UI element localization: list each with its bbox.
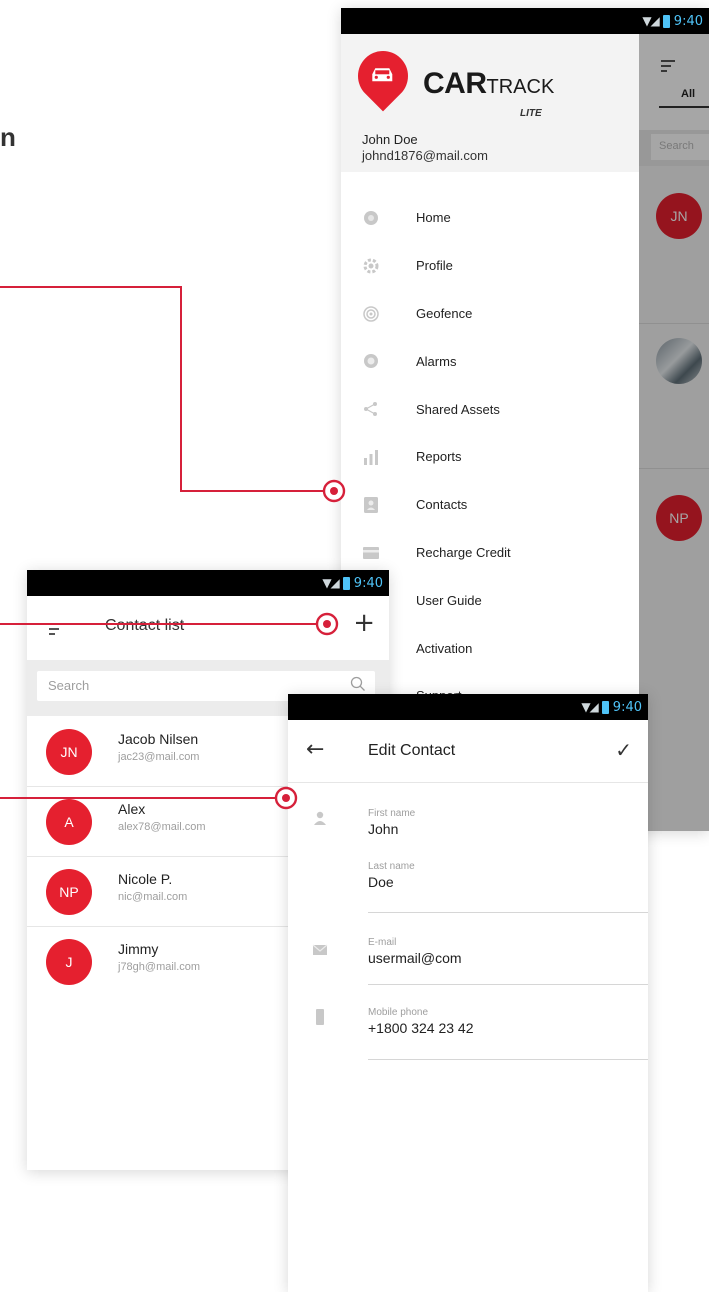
- last-name-label: Last name: [368, 861, 415, 872]
- contact-email: alex78@mail.com: [118, 821, 206, 833]
- add-contact-button[interactable]: +: [353, 608, 375, 638]
- bar-chart-icon: [364, 449, 378, 465]
- email-field[interactable]: usermail@com: [368, 950, 462, 966]
- divider: [368, 912, 648, 913]
- status-bar: ▼◢ 9:40: [27, 570, 389, 596]
- car-icon: [372, 68, 393, 82]
- last-name-field[interactable]: Doe: [368, 874, 394, 890]
- home-icon: [364, 211, 378, 225]
- contact-name: Jacob Nilsen: [118, 731, 199, 747]
- menu-item-reports[interactable]: Reports: [341, 433, 639, 481]
- status-bar: ▼◢ 9:40: [341, 8, 709, 34]
- status-time: 9:40: [353, 575, 383, 591]
- menu-item-label: Recharge Credit: [416, 544, 511, 560]
- menu-item-label: User Guide: [416, 592, 482, 608]
- menu-item-contacts[interactable]: Contacts: [341, 481, 639, 529]
- mobile-phone-label: Mobile phone: [368, 1007, 429, 1018]
- contact-name: Alex: [118, 801, 146, 817]
- menu-item-label: Home: [416, 210, 451, 226]
- user-name: John Doe: [362, 132, 418, 147]
- signal-icon: ▼◢: [322, 576, 339, 590]
- phone-icon: [316, 1009, 324, 1025]
- geofence-icon: [363, 305, 379, 322]
- status-bar: ▼◢ 9:40: [288, 694, 648, 720]
- battery-icon: [662, 14, 670, 28]
- first-name-field[interactable]: John: [368, 821, 398, 837]
- signal-icon: ▼◢: [581, 700, 598, 714]
- menu-item-geofence[interactable]: Geofence: [341, 290, 639, 338]
- avatar: NP: [46, 869, 92, 915]
- status-time: 9:40: [612, 699, 642, 715]
- menu-item-label: Profile: [416, 258, 453, 274]
- edit-contact-toolbar: ← Edit Contact ✓: [288, 720, 648, 783]
- divider: [368, 1059, 648, 1060]
- avatar: A: [46, 799, 92, 845]
- contact-email: nic@mail.com: [118, 891, 188, 903]
- menu-item-label: Geofence: [416, 305, 473, 321]
- battery-icon: [601, 700, 609, 714]
- credit-card-icon: [363, 546, 379, 559]
- drawer-header: CARTRACK LITE John Doe johnd1876@mail.co…: [341, 34, 639, 172]
- contacts-icon: [364, 496, 378, 513]
- menu-item-home[interactable]: Home: [341, 194, 639, 242]
- contact-list-toolbar: Contact list +: [27, 596, 389, 660]
- signal-icon: ▼◢: [642, 14, 659, 28]
- menu-item-label: Shared Assets: [416, 401, 500, 417]
- contact-name: Nicole P.: [118, 871, 173, 887]
- contact-email: jac23@mail.com: [118, 751, 200, 763]
- menu-icon[interactable]: [49, 623, 65, 635]
- scrim-overlay[interactable]: [639, 34, 709, 831]
- car-pin-logo-icon: [347, 40, 419, 112]
- page-title: Edit Contact: [368, 742, 456, 759]
- status-time: 9:40: [673, 13, 703, 29]
- alarm-icon: [364, 354, 378, 369]
- divider: [368, 984, 648, 985]
- menu-item-shared-assets[interactable]: Shared Assets: [341, 385, 639, 433]
- email-icon: [312, 944, 328, 955]
- share-icon: [364, 402, 377, 417]
- person-icon: [314, 811, 326, 825]
- page-title: Contact list: [105, 617, 185, 634]
- user-email: johnd1876@mail.com: [362, 148, 488, 163]
- menu-item-label: Activation: [416, 640, 473, 656]
- menu-item-alarms[interactable]: Alarms: [341, 337, 639, 385]
- edit-contact-screen: ▼◢ 9:40 ← Edit Contact ✓ First name John…: [288, 694, 648, 1292]
- search-placeholder: Search: [48, 678, 90, 693]
- brand-edition: LITE: [520, 108, 542, 119]
- email-label: E-mail: [368, 937, 397, 948]
- menu-item-profile[interactable]: Profile: [341, 242, 639, 290]
- menu-item-label: Reports: [416, 449, 462, 465]
- contact-name: Jimmy: [118, 941, 159, 957]
- gear-icon: [363, 258, 379, 274]
- menu-item-label: Contacts: [416, 497, 468, 513]
- save-button[interactable]: ✓: [615, 738, 632, 762]
- contact-email: j78gh@mail.com: [118, 961, 201, 973]
- back-button[interactable]: ←: [306, 737, 324, 762]
- battery-icon: [342, 576, 350, 590]
- mobile-phone-field[interactable]: +1800 324 23 42: [368, 1020, 474, 1036]
- first-name-label: First name: [368, 808, 416, 819]
- brand-logo-text: CARTRACK: [423, 67, 555, 100]
- cropped-heading-fragment: n: [0, 122, 16, 152]
- avatar: J: [46, 939, 92, 985]
- menu-item-label: Alarms: [416, 353, 457, 369]
- avatar: JN: [46, 729, 92, 775]
- search-icon: [350, 676, 365, 691]
- callout-contacts-menu: [0, 286, 346, 503]
